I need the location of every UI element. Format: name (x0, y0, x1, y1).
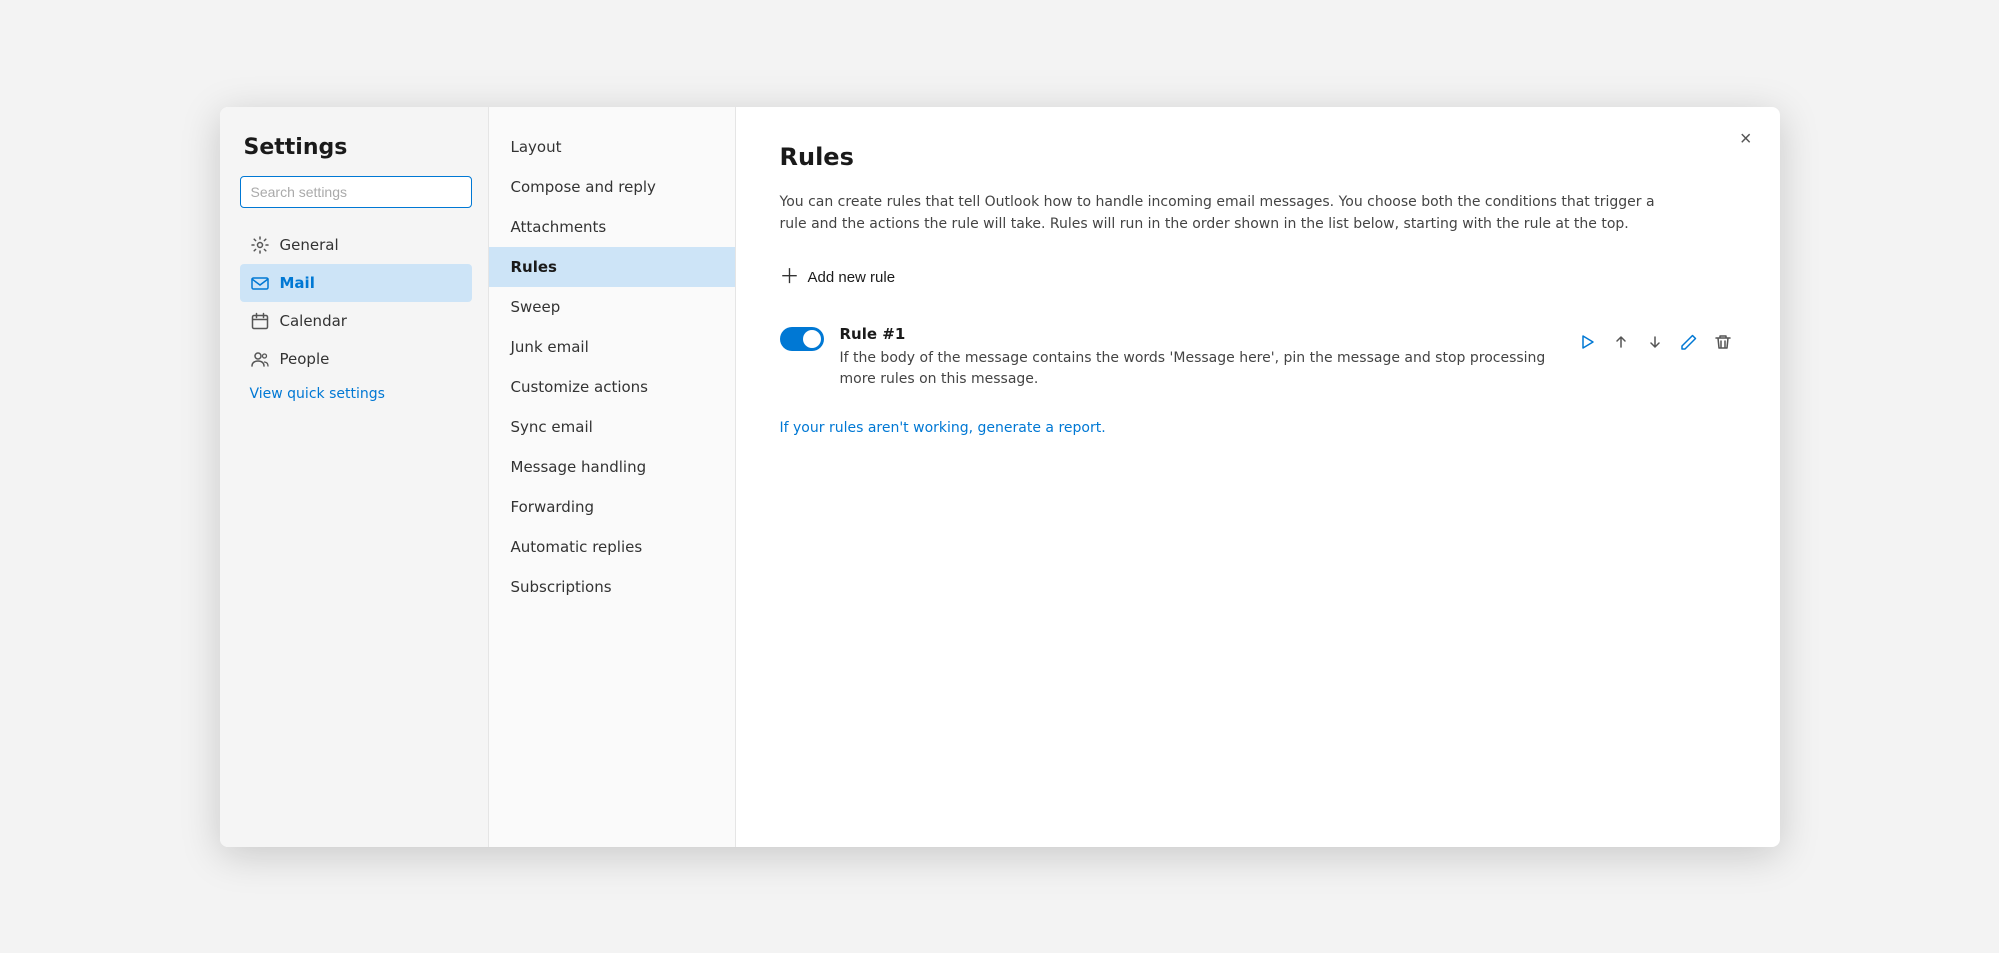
middle-item-attachments[interactable]: Attachments (489, 207, 735, 247)
middle-item-message-handling[interactable]: Message handling (489, 447, 735, 487)
add-icon: ＋ (780, 267, 800, 287)
close-button[interactable]: × (1732, 125, 1760, 153)
search-input[interactable] (240, 176, 472, 208)
sidebar-item-people[interactable]: People (240, 340, 472, 378)
middle-item-sync-email[interactable]: Sync email (489, 407, 735, 447)
rule-toggle[interactable] (780, 327, 824, 351)
move-up-button[interactable] (1608, 329, 1634, 355)
sidebar-item-general[interactable]: General (240, 226, 472, 264)
sidebar-item-calendar[interactable]: Calendar (240, 302, 472, 340)
people-icon (250, 349, 270, 369)
rule-description: If the body of the message contains the … (840, 348, 1558, 390)
settings-title: Settings (240, 135, 472, 160)
sidebar-item-calendar-label: Calendar (280, 312, 347, 330)
edit-rule-button[interactable] (1676, 329, 1702, 355)
add-new-rule-button[interactable]: ＋ Add new rule (780, 263, 896, 291)
sidebar-item-people-label: People (280, 350, 330, 368)
sidebar-item-mail-label: Mail (280, 274, 315, 292)
calendar-icon (250, 311, 270, 331)
middle-item-forwarding[interactable]: Forwarding (489, 487, 735, 527)
settings-dialog: Settings General Mail (220, 107, 1780, 847)
middle-item-layout[interactable]: Layout (489, 127, 735, 167)
mail-icon (250, 273, 270, 293)
gear-icon (250, 235, 270, 255)
generate-report-link[interactable]: If your rules aren't working, generate a… (780, 420, 1736, 436)
page-title: Rules (780, 143, 1736, 171)
middle-item-automatic-replies[interactable]: Automatic replies (489, 527, 735, 567)
middle-panel: Layout Compose and reply Attachments Rul… (488, 107, 736, 847)
middle-item-subscriptions[interactable]: Subscriptions (489, 567, 735, 607)
rule-name: Rule #1 (840, 325, 1558, 343)
move-down-button[interactable] (1642, 329, 1668, 355)
middle-item-rules[interactable]: Rules (489, 247, 735, 287)
rules-description: You can create rules that tell Outlook h… (780, 191, 1680, 236)
middle-item-customize-actions[interactable]: Customize actions (489, 367, 735, 407)
rule-content: Rule #1 If the body of the message conta… (840, 325, 1558, 390)
left-panel: Settings General Mail (220, 107, 488, 847)
rule-row: Rule #1 If the body of the message conta… (780, 315, 1736, 400)
sidebar-item-general-label: General (280, 236, 339, 254)
delete-rule-button[interactable] (1710, 329, 1736, 355)
middle-item-sweep[interactable]: Sweep (489, 287, 735, 327)
run-rule-button[interactable] (1574, 329, 1600, 355)
add-new-rule-label: Add new rule (808, 269, 896, 286)
rule-actions (1574, 329, 1736, 355)
toggle-knob (803, 330, 821, 348)
middle-item-junk-email[interactable]: Junk email (489, 327, 735, 367)
view-quick-settings-link[interactable]: View quick settings (240, 380, 472, 408)
middle-item-compose-reply[interactable]: Compose and reply (489, 167, 735, 207)
sidebar-item-mail[interactable]: Mail (240, 264, 472, 302)
main-content: × Rules You can create rules that tell O… (736, 107, 1780, 847)
